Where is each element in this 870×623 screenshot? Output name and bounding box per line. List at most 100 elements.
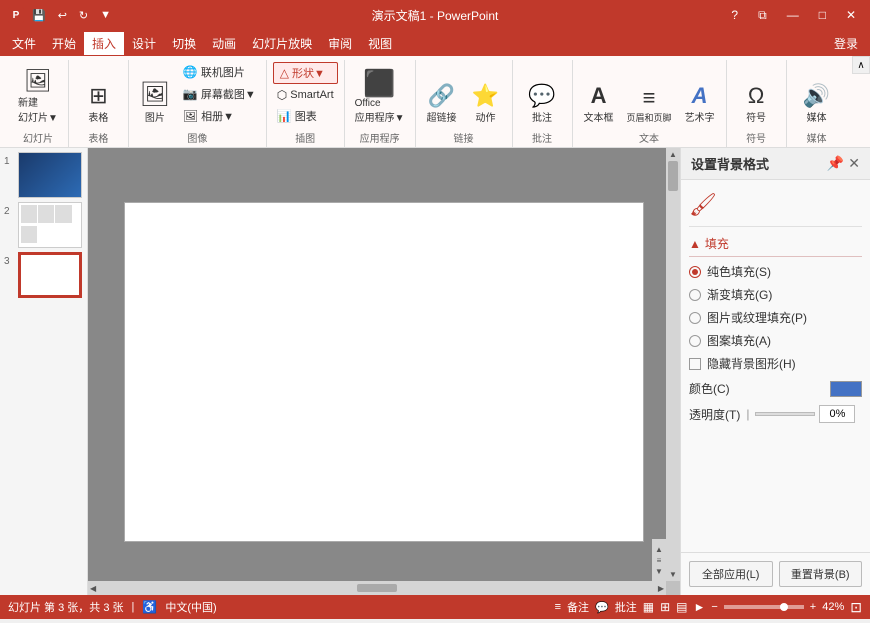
layout-btn1[interactable]: ▦ xyxy=(643,600,654,614)
screenshot-btn[interactable]: 📷 屏幕截图▼ xyxy=(179,84,260,104)
action-icon: ⭐ xyxy=(472,85,499,107)
textbox-btn[interactable]: A 文本框 xyxy=(579,83,619,126)
menu-review[interactable]: 审阅 xyxy=(320,32,360,55)
quick-undo-btn[interactable]: ↩ xyxy=(54,7,71,24)
thumb2-cell3 xyxy=(55,205,71,223)
scroll-right-btn[interactable]: ▶ xyxy=(656,584,666,593)
quick-more-btn[interactable]: ▼ xyxy=(96,7,115,23)
comments-label[interactable]: 批注 xyxy=(615,599,637,615)
minimize-btn[interactable]: — xyxy=(781,6,805,24)
table-btn[interactable]: ⊞ 表格 xyxy=(78,83,118,126)
hide-bg-shape-checkbox[interactable]: 隐藏背景图形(H) xyxy=(689,355,862,372)
header-footer-btn[interactable]: ≡ 页眉和页脚 xyxy=(623,85,676,126)
picture-fill-radio[interactable]: 图片或纹理填充(P) xyxy=(689,309,862,326)
horizontal-scrollbar[interactable]: ◀ ▶ xyxy=(88,581,666,595)
slide1-content xyxy=(19,153,81,197)
scroll-extra-up[interactable]: ▲ xyxy=(655,545,663,554)
slide3-content xyxy=(20,254,80,296)
comments-icon: 💬 xyxy=(595,601,609,614)
scroll-left-btn[interactable]: ◀ xyxy=(88,584,98,593)
menu-insert[interactable]: 插入 xyxy=(84,32,124,55)
transparency-label: 透明度(T) xyxy=(689,406,740,423)
login-btn[interactable]: 登录 xyxy=(826,32,866,55)
hyperlink-btn[interactable]: 🔗 超链接 xyxy=(422,83,462,126)
apply-all-btn[interactable]: 全部应用(L) xyxy=(689,561,773,587)
ribbon-scroll-btn[interactable]: ∧ xyxy=(852,56,870,74)
picture-label: 图片 xyxy=(145,109,165,124)
zoom-thumb[interactable] xyxy=(780,603,788,611)
reset-bg-btn[interactable]: 重置背景(B) xyxy=(779,561,863,587)
scroll-extra-mid[interactable]: ≡ xyxy=(657,556,662,565)
title-bar-controls: ? ⧉ — □ ✕ xyxy=(725,6,862,25)
online-picture-label: 联机图片 xyxy=(201,64,245,80)
scroll-corner xyxy=(666,581,680,595)
scroll-up-btn[interactable]: ▲ xyxy=(666,148,680,161)
menu-file[interactable]: 文件 xyxy=(4,32,44,55)
shape-btn[interactable]: △ 形状▼ xyxy=(273,62,338,84)
hide-bg-shape-indicator xyxy=(689,358,701,370)
scroll-thumb-v[interactable] xyxy=(668,161,678,191)
slide-thumb-2[interactable]: 2 xyxy=(4,202,83,248)
slide-preview-3[interactable] xyxy=(18,252,82,298)
menu-transition[interactable]: 切换 xyxy=(164,32,204,55)
media-icon: 🔊 xyxy=(803,85,830,107)
color-picker-btn[interactable] xyxy=(830,381,862,397)
wordart-btn[interactable]: A 艺术字 xyxy=(680,83,720,126)
slide-thumb-3[interactable]: 3 xyxy=(4,252,83,298)
gradient-fill-radio[interactable]: 渐变填充(G) xyxy=(689,286,862,303)
menu-home[interactable]: 开始 xyxy=(44,32,84,55)
pattern-fill-radio[interactable]: 图案填充(A) xyxy=(689,332,862,349)
media-btn[interactable]: 🔊 媒体 xyxy=(797,83,837,126)
menu-slideshow[interactable]: 幻灯片放映 xyxy=(244,32,320,55)
slide-preview-1[interactable] xyxy=(18,152,82,198)
illustration-group-content: △ 形状▼ ⬡ SmartArt 📊 图表 xyxy=(273,62,338,126)
scroll-thumb-h[interactable] xyxy=(357,584,397,592)
layout-btn4[interactable]: ► xyxy=(693,600,705,614)
status-separator1: | xyxy=(132,601,135,613)
online-picture-btn[interactable]: 🌐 联机图片 xyxy=(179,62,260,82)
bg-panel-close-btn[interactable]: ✕ xyxy=(848,155,860,172)
menu-design[interactable]: 设计 xyxy=(124,32,164,55)
zoom-minus-btn[interactable]: − xyxy=(711,601,717,613)
album-btn[interactable]: 🖼 相册▼ xyxy=(179,106,260,126)
scroll-extra-down[interactable]: ▼ xyxy=(655,567,663,576)
solid-fill-radio[interactable]: 纯色填充(S) xyxy=(689,263,862,280)
new-slide-btn[interactable]: 🖼 新建幻灯片▼ xyxy=(14,68,62,126)
slide-preview-2[interactable] xyxy=(18,202,82,248)
text-group-label: 文本 xyxy=(639,130,659,145)
transparency-input[interactable] xyxy=(819,405,855,423)
slide-num-2: 2 xyxy=(4,206,14,217)
office-apps-btn[interactable]: ⬛ Office应用程序▼ xyxy=(351,68,409,126)
app-area: 1 2 3 xyxy=(0,148,870,595)
bg-panel-pin-btn[interactable]: 📌 xyxy=(827,155,844,172)
quick-save-btn[interactable]: 💾 xyxy=(28,7,50,24)
close-btn[interactable]: ✕ xyxy=(840,6,862,24)
smartart-btn[interactable]: ⬡ SmartArt xyxy=(273,86,338,104)
fit-btn[interactable]: ⊡ xyxy=(850,599,862,616)
notes-label[interactable]: 备注 xyxy=(567,599,589,615)
textbox-icon: A xyxy=(591,85,607,107)
menu-animation[interactable]: 动画 xyxy=(204,32,244,55)
smartart-icon: ⬡ xyxy=(277,88,287,102)
action-btn[interactable]: ⭐ 动作 xyxy=(466,83,506,126)
vertical-scrollbar[interactable]: ▲ ▼ xyxy=(666,148,680,581)
help-btn[interactable]: ? xyxy=(725,6,744,24)
bg-panel-header: 设置背景格式 📌 ✕ xyxy=(681,148,870,180)
comment-btn[interactable]: 💬 批注 xyxy=(522,83,562,126)
zoom-plus-btn[interactable]: + xyxy=(810,601,816,613)
quick-redo-btn[interactable]: ↻ xyxy=(75,7,92,24)
layout-btn2[interactable]: ⊞ xyxy=(660,600,670,614)
fill-section-header[interactable]: ▲ 填充 xyxy=(689,235,862,257)
scroll-down-btn[interactable]: ▼ xyxy=(666,568,680,581)
slide-canvas[interactable] xyxy=(124,202,644,542)
maximize-btn[interactable]: □ xyxy=(813,6,832,24)
transparency-slider[interactable] xyxy=(755,412,815,416)
chart-btn[interactable]: 📊 图表 xyxy=(273,106,338,126)
picture-btn[interactable]: 🖼 图片 xyxy=(135,81,175,126)
symbol-btn[interactable]: Ω 符号 xyxy=(736,83,776,126)
restore-btn[interactable]: ⧉ xyxy=(752,6,773,25)
zoom-slider[interactable] xyxy=(724,605,804,609)
slide-thumb-1[interactable]: 1 xyxy=(4,152,83,198)
layout-btn3[interactable]: ▤ xyxy=(676,600,687,614)
menu-view[interactable]: 视图 xyxy=(360,32,400,55)
